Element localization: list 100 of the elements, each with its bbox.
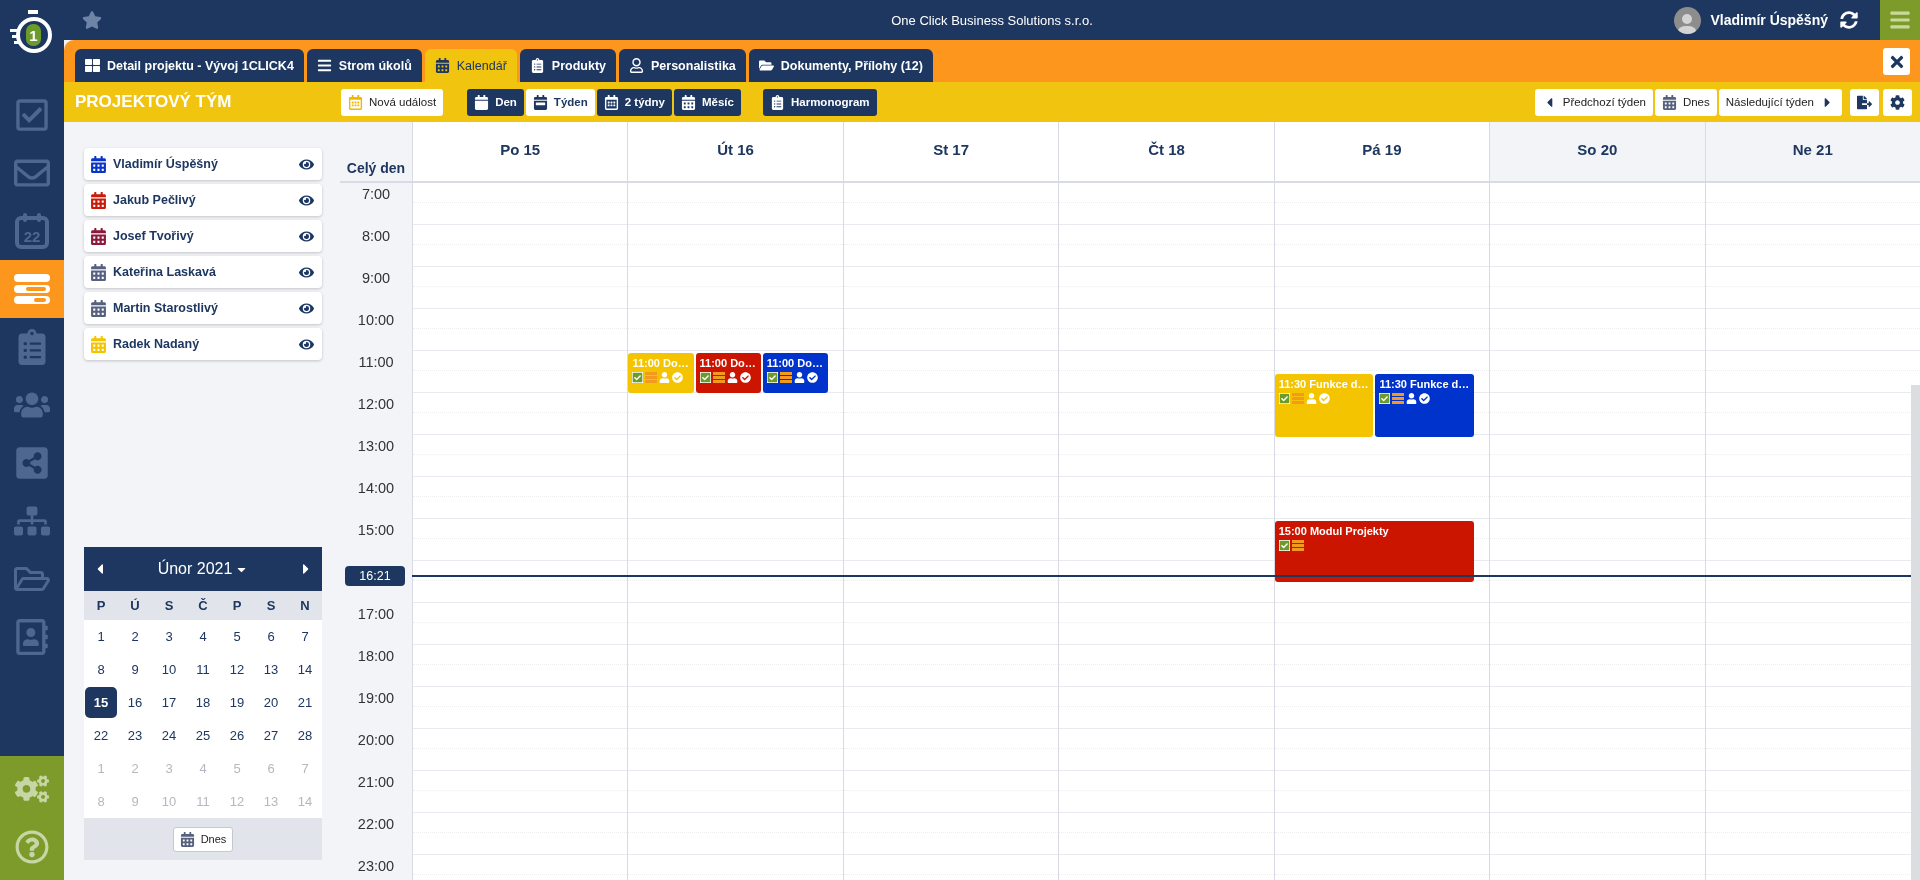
list-icon xyxy=(1291,540,1304,551)
person-name: Josef Tvořivý xyxy=(113,229,194,243)
view-button[interactable]: Den xyxy=(467,88,524,116)
tab[interactable]: Strom úkolů xyxy=(306,49,422,82)
calendar-day[interactable]: 11 xyxy=(187,654,219,685)
checkbox-icon xyxy=(14,97,50,133)
calendar-day[interactable]: 1 xyxy=(85,621,117,652)
day-header: Čt 18 xyxy=(1058,122,1274,181)
calendar-day[interactable]: 6 xyxy=(255,621,287,652)
hour-label: 14:00 xyxy=(357,480,395,498)
list-icon xyxy=(779,372,792,383)
weekday-label: P xyxy=(231,598,243,613)
user-name[interactable]: Vladimír Úspěšný xyxy=(1710,12,1828,28)
weekday-label: S xyxy=(163,598,175,613)
today-button[interactable]: Dnes xyxy=(1654,88,1717,116)
star-icon[interactable] xyxy=(82,10,102,30)
calendar-day[interactable]: 13 xyxy=(255,654,287,685)
day-header: Po 15 xyxy=(412,122,628,181)
hour-label: 23:00 xyxy=(357,858,395,876)
person-card[interactable]: Jakub Pečlivý xyxy=(84,184,322,216)
calendar-day[interactable]: 19 xyxy=(221,687,253,718)
calendar-event[interactable]: 11:00 Do… xyxy=(695,353,761,393)
calendar-day[interactable]: 22 xyxy=(85,720,117,751)
list-icon xyxy=(645,372,658,383)
settings-icon xyxy=(1890,94,1905,110)
tab[interactable]: Produkty xyxy=(519,49,616,82)
calendar-day[interactable]: 7 xyxy=(289,621,321,652)
list-icon xyxy=(1291,393,1304,404)
calendar-day[interactable]: 24 xyxy=(153,720,185,751)
calendar-day[interactable]: 8 xyxy=(85,654,117,685)
tab[interactable]: Dokumenty, Přílohy (12) xyxy=(748,49,933,82)
person-card[interactable]: Josef Tvořivý xyxy=(84,220,322,252)
current-time-badge: 16:21 xyxy=(345,565,405,586)
user-avatar[interactable] xyxy=(1673,6,1701,34)
calendar-day[interactable]: 18 xyxy=(187,687,219,718)
close-button[interactable] xyxy=(1883,48,1910,75)
weekday-label: Č xyxy=(197,598,209,613)
weekday-label: S xyxy=(265,598,277,613)
event-title: 11:00 Do… xyxy=(766,357,824,369)
tab[interactable]: Detail projektu - Vývoj 1CLICK4 xyxy=(75,49,304,82)
calendar-day[interactable]: 16 xyxy=(119,687,151,718)
calendar-day[interactable]: 4 xyxy=(187,621,219,652)
calendar-day[interactable]: 20 xyxy=(255,687,287,718)
calendar-event[interactable]: 15:00 Modul Projekty xyxy=(1274,521,1475,582)
hour-label: 10:00 xyxy=(357,312,395,330)
calendar-day[interactable]: 14 xyxy=(289,654,321,685)
month-title[interactable]: Únor 2021 xyxy=(157,560,233,578)
hour-label: 15:00 xyxy=(357,522,395,540)
tab[interactable]: Kalendář xyxy=(424,49,517,82)
calendar-day[interactable]: 26 xyxy=(221,720,253,751)
calendar-day[interactable]: 9 xyxy=(119,654,151,685)
person-name: Vladimír Úspěšný xyxy=(113,157,218,171)
checkbox-icon xyxy=(1379,393,1391,404)
today-button[interactable]: Dnes xyxy=(172,826,234,852)
calendar-icon xyxy=(474,94,490,110)
hour-label: 8:00 xyxy=(361,228,391,246)
view-button[interactable]: Týden xyxy=(525,88,595,116)
person-card[interactable]: Martin Starostlivý xyxy=(84,292,322,324)
scrollbar[interactable] xyxy=(1911,385,1920,880)
previous-week-button[interactable]: Předchozí týden xyxy=(1534,88,1653,116)
calendar-day[interactable]: 15 xyxy=(85,687,117,718)
day-header: Út 16 xyxy=(627,122,843,181)
schedule-button[interactable]: Harmonogram xyxy=(762,88,877,116)
calendar-day[interactable]: 23 xyxy=(119,720,151,751)
weekday-label: P xyxy=(95,598,107,613)
person-name: Martin Starostlivý xyxy=(113,301,218,315)
tab[interactable]: Personalistika xyxy=(619,49,746,82)
section-title: PROJEKTOVÝ TÝM xyxy=(75,92,233,112)
refresh-icon[interactable] xyxy=(1840,11,1858,29)
calendar-day[interactable]: 28 xyxy=(289,720,321,751)
calendar-icon xyxy=(603,94,619,110)
calendar-day[interactable]: 2 xyxy=(119,621,151,652)
calendar-day[interactable]: 25 xyxy=(187,720,219,751)
person-card[interactable]: Kateřina Laskavá xyxy=(84,256,322,288)
folder-icon xyxy=(758,58,774,73)
calendar-day[interactable]: 12 xyxy=(221,654,253,685)
view-button[interactable]: Měsíc xyxy=(674,88,741,116)
next-week-button[interactable]: Následující týden xyxy=(1718,88,1842,116)
event-title: 11:30 Funkce d… xyxy=(1379,378,1471,390)
calendar-event[interactable]: 11:30 Funkce d… xyxy=(1375,374,1475,437)
calendar-day[interactable]: 3 xyxy=(153,621,185,652)
checkbox-icon xyxy=(1278,393,1290,404)
weekday-label: Ú xyxy=(129,598,141,613)
calendar-day[interactable]: 10 xyxy=(153,654,185,685)
calendar-day[interactable]: 17 xyxy=(153,687,185,718)
settings-button[interactable] xyxy=(1883,88,1912,116)
person-card[interactable]: Vladimír Úspěšný xyxy=(84,148,322,180)
checkbox-icon xyxy=(1278,540,1290,551)
event-title: 15:00 Modul Projekty xyxy=(1278,525,1390,537)
calendar-day[interactable]: 27 xyxy=(255,720,287,751)
export-button[interactable] xyxy=(1850,88,1879,116)
new-event-button[interactable]: Nová událost xyxy=(341,88,444,116)
person-card[interactable]: Radek Nadaný xyxy=(84,328,322,360)
calendar-event[interactable]: 11:00 Do… xyxy=(762,353,828,393)
calendar-day[interactable]: 21 xyxy=(289,687,321,718)
view-button[interactable]: 2 týdny xyxy=(596,88,672,116)
calendar-day[interactable]: 5 xyxy=(221,621,253,652)
list-icon xyxy=(712,372,725,383)
export-icon xyxy=(1857,94,1872,110)
checkbox-icon xyxy=(766,372,778,383)
